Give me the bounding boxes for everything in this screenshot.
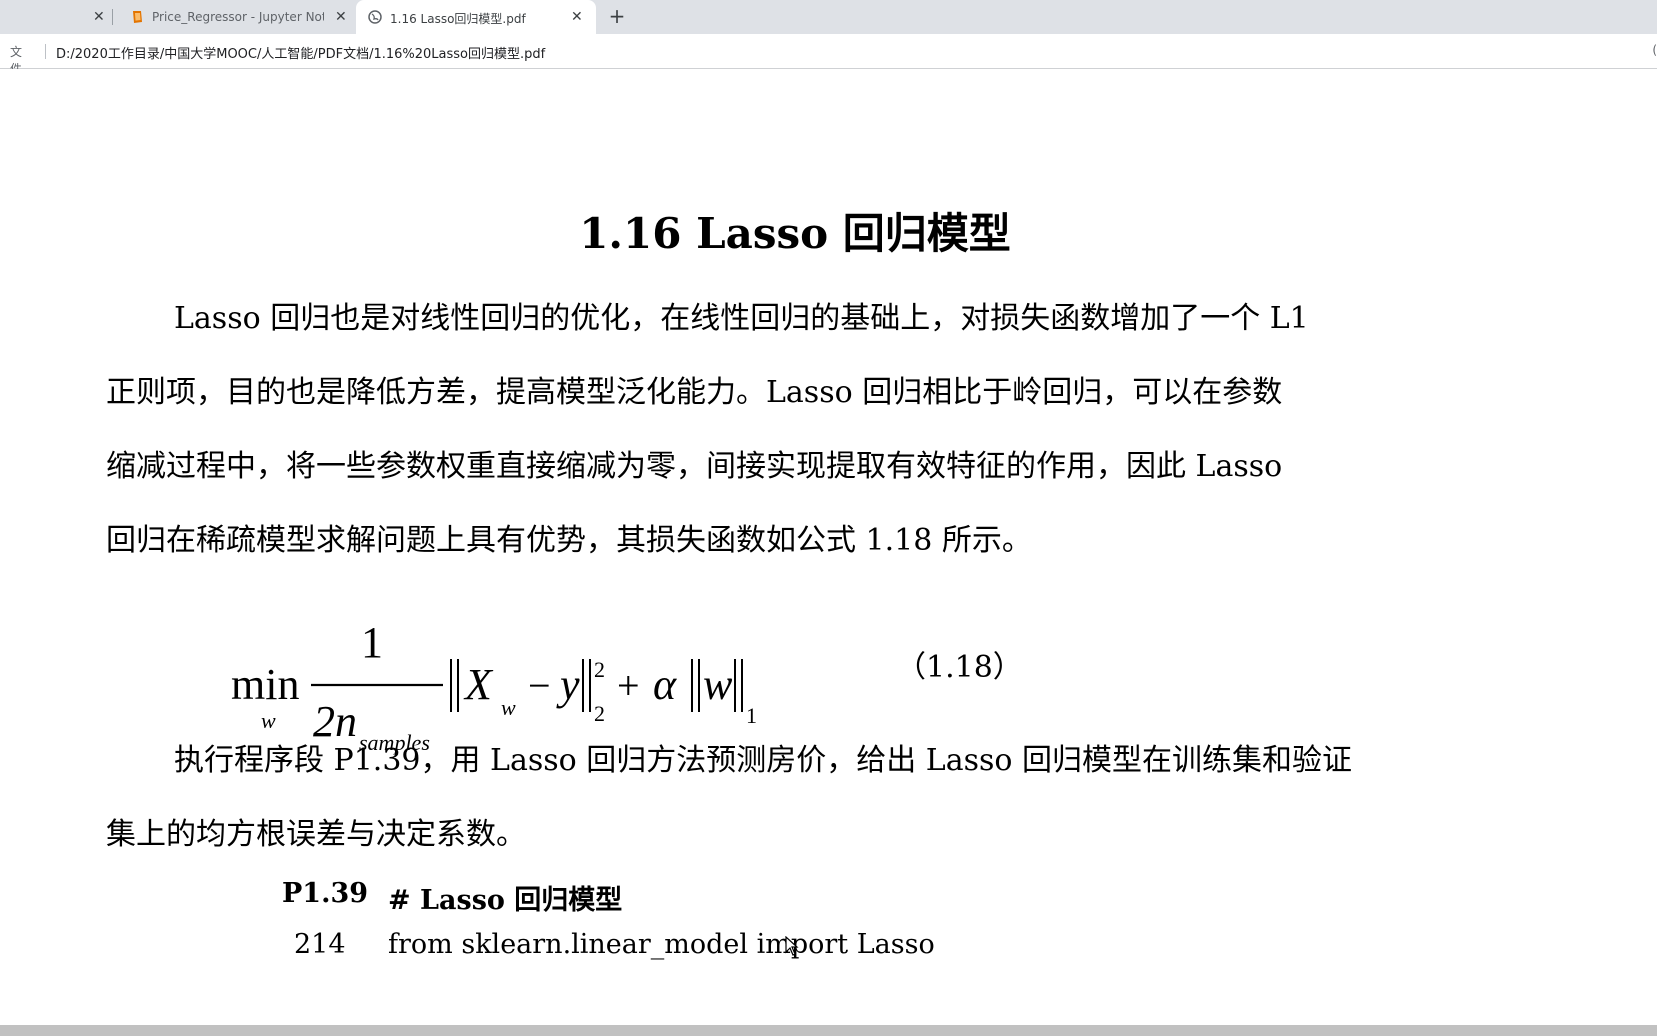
- formula-min: min: [231, 660, 299, 709]
- close-tab-icon[interactable]: ✕: [335, 9, 347, 25]
- paragraph-line: 集上的均方根误差与决定系数。: [106, 817, 526, 852]
- address-input[interactable]: D:/2020工作目录/中国大学MOOC/人工智能/PDF文档/1.16%20L…: [56, 43, 545, 62]
- formula-min-subscript: w: [261, 708, 276, 733]
- tab-lasso-pdf[interactable]: 1.16 Lasso回归模型.pdf ✕: [356, 0, 596, 34]
- paragraph-line: 缩减过程中，将一些参数权重直接缩减为零，间接实现提取有效特征的作用，因此 Las…: [106, 449, 1283, 484]
- tab-strip: ✕ Price_Regressor - Jupyter Notebook ✕ 1…: [0, 0, 1657, 34]
- code-line-text: from sklearn.linear_model import Lasso: [388, 929, 935, 960]
- tab-title: 1.16 Lasso回归模型.pdf: [390, 12, 526, 26]
- formula-plus: +: [617, 663, 640, 708]
- info-icon: ): [0, 43, 1, 57]
- horizontal-scrollbar[interactable]: [0, 1025, 1657, 1036]
- address-toolbar: ) 文件 D:/2020工作目录/中国大学MOOC/人工智能/PDF文档/1.1…: [0, 34, 1657, 76]
- tab-previous[interactable]: ✕: [0, 0, 112, 34]
- formula-subscript: 1: [746, 703, 757, 728]
- tab-divider: [112, 9, 113, 25]
- paragraph-line: 回归在稀疏模型求解问题上具有优势，其损失函数如公式 1.18 所示。: [106, 523, 1032, 558]
- formula-w: w: [703, 660, 733, 709]
- equation-number: （1.18）: [896, 650, 1023, 685]
- notebook-icon: [130, 10, 144, 27]
- globe-icon: [368, 10, 382, 27]
- new-tab-button[interactable]: +: [606, 6, 628, 28]
- formula-superscript: 2: [594, 657, 605, 682]
- formula-minus: −: [528, 663, 551, 708]
- formula-x: X: [463, 660, 494, 709]
- tab-jupyter-notebook[interactable]: Price_Regressor - Jupyter Notebook ✕: [116, 0, 356, 34]
- paragraph-line: 执行程序段 P1.39，用 Lasso 回归方法预测房价，给出 Lasso 回归…: [174, 743, 1352, 778]
- code-label: P1.39: [282, 878, 369, 909]
- document-title: 1.16 Lasso 回归模型: [579, 209, 1011, 258]
- formula-svg: min w 1 2n samples X w − y 2 2 + α w 1: [231, 618, 757, 755]
- close-tab-icon[interactable]: ✕: [93, 9, 105, 25]
- mouse-cursor-icon: [785, 935, 799, 960]
- formula-y: y: [556, 660, 580, 709]
- tab-title: Price_Regressor - Jupyter Notebook: [152, 10, 324, 24]
- formula-subscript: 2: [594, 701, 605, 726]
- address-divider: [45, 44, 46, 59]
- close-tab-icon[interactable]: ✕: [571, 9, 583, 25]
- loss-formula: min w 1 2n samples X w − y 2 2 + α w 1: [225, 609, 785, 755]
- code-heading: # Lasso 回归模型: [388, 885, 623, 916]
- pdf-page: 1.16 Lasso 回归模型 Lasso 回归也是对线性回归的优化，在线性回归…: [0, 69, 1657, 1025]
- code-line-number: 214: [294, 929, 346, 960]
- formula-x-subscript: w: [501, 695, 516, 720]
- menu-icon[interactable]: (: [1652, 43, 1657, 57]
- formula-alpha: α: [653, 660, 677, 709]
- paragraph-line: 正则项，目的也是降低方差，提高模型泛化能力。Lasso 回归相比于岭回归，可以在…: [106, 375, 1283, 410]
- paragraph-line: Lasso 回归也是对线性回归的优化，在线性回归的基础上，对损失函数增加了一个 …: [174, 301, 1309, 336]
- formula-numerator: 1: [361, 618, 383, 667]
